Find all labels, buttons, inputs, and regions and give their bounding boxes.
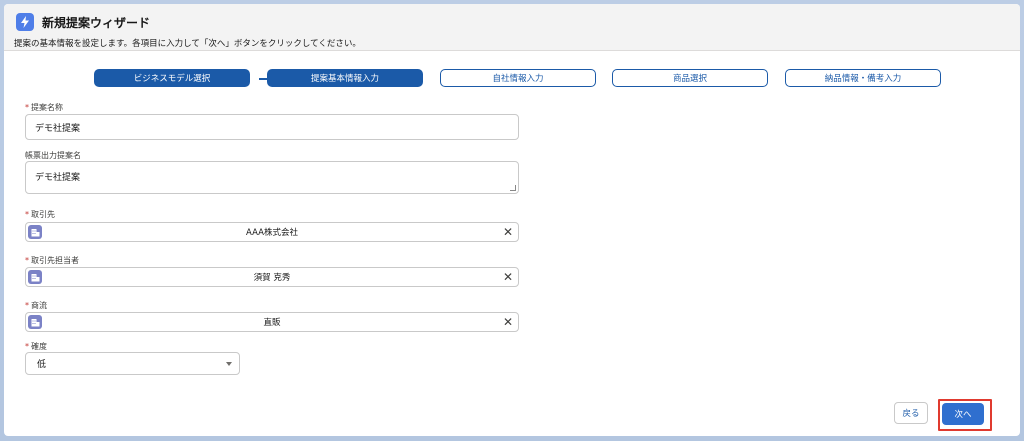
- clear-account-icon[interactable]: ✕: [502, 226, 514, 238]
- wizard-description: 提案の基本情報を設定します。各項目に入力して「次へ」ボタンをクリックしてください…: [14, 39, 361, 49]
- contact-lookup[interactable]: 須賀 克秀 ✕: [25, 267, 519, 287]
- modal-header: 新規提案ウィザード 提案の基本情報を設定します。各項目に入力して「次へ」ボタンを…: [4, 4, 1020, 51]
- chevron-down-icon: [226, 362, 232, 366]
- required-mark: *: [25, 256, 29, 265]
- probability-value: 低: [37, 360, 47, 370]
- lightning-icon: [16, 13, 34, 31]
- resize-handle[interactable]: [510, 185, 516, 191]
- step-business-model[interactable]: ビジネスモデル選択: [94, 69, 250, 87]
- proposal-name-label: * 提案名称: [25, 103, 63, 112]
- next-button[interactable]: 次へ: [942, 403, 984, 425]
- clear-channel-icon[interactable]: ✕: [502, 316, 514, 328]
- account-label: * 取引先: [25, 210, 55, 219]
- required-mark: *: [25, 301, 29, 310]
- account-record-icon: [28, 225, 42, 239]
- account-lookup[interactable]: AAA株式会社 ✕: [25, 222, 519, 242]
- proposal-name-input[interactable]: デモ社提案: [25, 114, 519, 140]
- required-mark: *: [25, 103, 29, 112]
- contact-value: 須賀 克秀: [253, 273, 291, 283]
- progress-steps: ビジネスモデル選択 提案基本情報入力 自社情報入力 商品選択 納品情報・備考入力: [4, 69, 1020, 89]
- step-product-select[interactable]: 商品選択: [612, 69, 768, 87]
- contact-label: * 取引先担当者: [25, 256, 79, 265]
- channel-value: 直販: [263, 318, 281, 328]
- channel-record-icon: [28, 315, 42, 329]
- step-basic-info[interactable]: 提案基本情報入力: [267, 69, 423, 87]
- contact-record-icon: [28, 270, 42, 284]
- channel-label: * 商流: [25, 301, 47, 310]
- channel-lookup[interactable]: 直販 ✕: [25, 312, 519, 332]
- step-delivery-notes[interactable]: 納品情報・備考入力: [785, 69, 941, 87]
- account-value: AAA株式会社: [246, 228, 298, 238]
- required-mark: *: [25, 342, 29, 351]
- back-button[interactable]: 戻る: [894, 402, 928, 424]
- probability-select[interactable]: 低: [25, 352, 240, 375]
- clear-contact-icon[interactable]: ✕: [502, 271, 514, 283]
- probability-label: * 確度: [25, 342, 47, 351]
- required-mark: *: [25, 210, 29, 219]
- step-company-info[interactable]: 自社情報入力: [440, 69, 596, 87]
- report-name-value: デモ社提案: [35, 173, 81, 183]
- report-name-textarea[interactable]: デモ社提案: [25, 161, 519, 194]
- wizard-title: 新規提案ウィザード: [42, 16, 151, 30]
- report-name-label: 帳票出力提案名: [25, 151, 81, 160]
- wizard-modal: 新規提案ウィザード 提案の基本情報を設定します。各項目に入力して「次へ」ボタンを…: [4, 4, 1020, 436]
